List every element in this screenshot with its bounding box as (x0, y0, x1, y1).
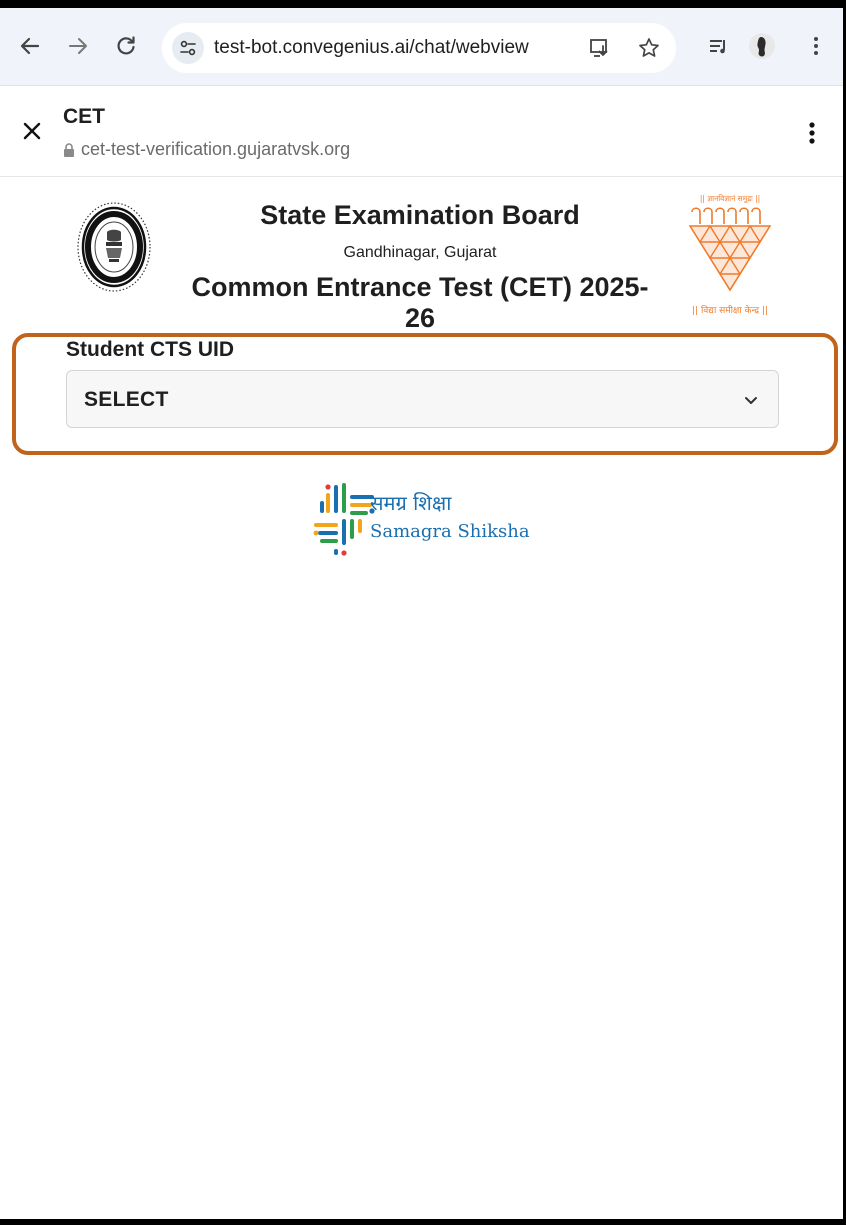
custom-tab-url: cet-test-verification.gujaratvsk.org (63, 139, 350, 160)
close-icon[interactable] (16, 115, 48, 147)
custom-tab-menu-icon[interactable] (796, 117, 828, 149)
browser-toolbar: test-bot.convegenius.ai/chat/webview (0, 8, 843, 86)
custom-tab-title: CET (63, 105, 105, 128)
gujarat-emblem-seal (77, 202, 151, 292)
custom-tab-header: CET cet-test-verification.gujaratvsk.org (0, 87, 843, 177)
profile-avatar-icon[interactable] (746, 30, 778, 62)
reload-icon[interactable] (110, 30, 142, 62)
select-value: SELECT (84, 388, 169, 411)
forward-arrow-icon[interactable] (62, 30, 94, 62)
address-url[interactable]: test-bot.convegenius.ai/chat/webview (214, 37, 529, 59)
student-cts-uid-label: Student CTS UID (66, 338, 234, 361)
browser-window: test-bot.convegenius.ai/chat/webview CET… (0, 8, 843, 1219)
vsk-logo-bottom-text: || विद्या समीक्षा केन्द्र || (692, 304, 768, 316)
samagra-shiksha-mark-icon (313, 483, 375, 556)
site-settings-icon[interactable] (172, 32, 204, 64)
custom-tab-url-text: cet-test-verification.gujaratvsk.org (81, 139, 351, 159)
vsk-logo-top-text: || ज्ञानविज्ञानं समुद्रः || (700, 194, 760, 204)
back-arrow-icon[interactable] (14, 30, 46, 62)
board-location: Gandhinagar, Gujarat (343, 244, 497, 261)
board-title: State Examination Board (260, 200, 580, 230)
address-bar[interactable]: test-bot.convegenius.ai/chat/webview (162, 23, 676, 73)
chevron-down-icon (745, 397, 757, 404)
student-cts-uid-select[interactable]: SELECT (66, 370, 779, 428)
star-icon[interactable] (636, 35, 662, 61)
media-control-icon[interactable] (702, 30, 734, 62)
samagra-hindi-text: समग्र शिक्षा (370, 491, 452, 515)
install-app-icon[interactable] (587, 35, 613, 61)
samagra-shiksha-logo: समग्र शिक्षा Samagra Shiksha (312, 481, 542, 565)
samagra-english-text: Samagra Shiksha (370, 521, 530, 542)
web-page: State Examination Board Gandhinagar, Guj… (0, 178, 843, 1218)
test-title: Common Entrance Test (CET) 2025-26 (191, 272, 649, 333)
vidya-samiksha-kendra-logo: || ज्ञानविज्ञानं समुद्रः || || विद्या सम… (688, 194, 772, 316)
lock-icon (64, 142, 74, 157)
kebab-menu-icon[interactable] (800, 30, 832, 62)
